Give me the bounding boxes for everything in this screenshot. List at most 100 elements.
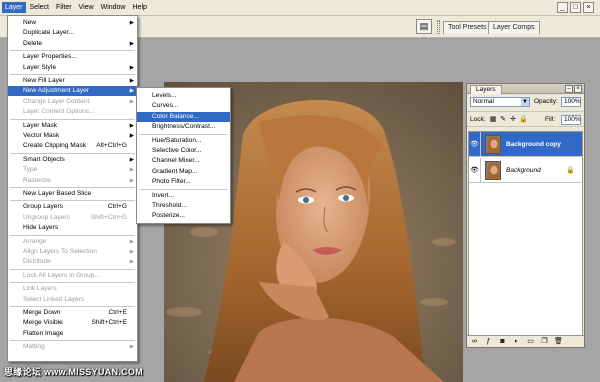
menu-item-channel-mixer[interactable]: Channel Mixer... <box>137 156 230 166</box>
menu-item-threshold[interactable]: Threshold... <box>137 201 230 211</box>
menu-select[interactable]: Select <box>27 2 52 13</box>
menu-filter[interactable]: Filter <box>53 2 75 13</box>
fx-icon[interactable]: ƒ <box>484 337 493 347</box>
menu-item-group-layers[interactable]: Group Layers Ctrl+G <box>8 202 137 212</box>
menu-item-label: Curves... <box>152 102 179 110</box>
menu-item-label: New Adjustment Layer <box>23 87 89 95</box>
menu-item-selective-color[interactable]: Selective Color... <box>137 146 230 156</box>
menu-item-label: Flatten Image <box>23 329 64 337</box>
submenu-arrow-icon: ▶ <box>129 167 134 174</box>
layer-row-background[interactable]: 👁 Background 🔒 <box>469 157 582 183</box>
mask-icon[interactable]: ◙ <box>498 337 507 347</box>
menu-item-label: Hue/Saturation... <box>152 136 202 144</box>
blend-row: Normal ▼ Opacity: 100% <box>467 96 584 109</box>
palette-well-grip[interactable] <box>437 20 440 34</box>
menu-item-duplicate-layer[interactable]: Duplicate Layer... <box>8 28 137 38</box>
layer-row-background-copy[interactable]: 👁 Background copy <box>469 131 582 157</box>
minimize-button[interactable]: _ <box>557 2 568 13</box>
menu-item-select-linked-layers: Select Linked Layers <box>8 295 137 305</box>
menu-item-align-layers-to-selection: Align Layers To Selection ▶ <box>8 247 137 257</box>
tab-tool-presets[interactable]: Tool Presets <box>443 21 492 34</box>
menu-item-vector-mask[interactable]: Vector Mask ▶ <box>8 131 137 141</box>
menu-item-layer-properties[interactable]: Layer Properties... <box>8 52 137 62</box>
menu-item-shortcut: Shift+Ctrl+E <box>91 319 127 327</box>
palette-well-icon[interactable]: ▤ <box>416 19 432 34</box>
menu-item-invert[interactable]: Invert... <box>137 191 230 201</box>
menu-item-type: Type ▶ <box>8 165 137 175</box>
panel-minimize-button[interactable]: – <box>565 85 573 93</box>
menu-item-posterize[interactable]: Posterize... <box>137 211 230 221</box>
menu-item-label: Select Linked Layers <box>23 295 85 303</box>
menu-item-label: Type <box>23 166 38 174</box>
fill-field[interactable]: 100% <box>561 115 581 125</box>
menu-item-hide-layers[interactable]: Hide Layers <box>8 223 137 233</box>
lock-label: Lock: <box>470 116 486 123</box>
trash-icon[interactable]: 🗑 <box>554 337 563 347</box>
lock-pixels-icon[interactable]: ✎ <box>499 115 507 124</box>
menu-item-label: Channel Mixer... <box>152 157 200 165</box>
menu-item-brightness-contrast[interactable]: Brightness/Contrast... <box>137 122 230 132</box>
adjustment-icon[interactable]: ◐ <box>512 337 521 347</box>
fill-label: Fill: <box>545 116 556 123</box>
menu-item-curves[interactable]: Curves... <box>137 101 230 111</box>
menu-item-label: New <box>23 19 37 26</box>
menu-item-label: Layer Mask <box>23 121 58 129</box>
menu-help[interactable]: Help <box>130 2 150 13</box>
menu-item-new-layer-based-slice[interactable]: New Layer Based Slice <box>8 189 137 199</box>
layer-menu: New ▶ Duplicate Layer... Delete ▶ Layer Prope… <box>7 15 138 362</box>
menu-window[interactable]: Window <box>98 2 129 13</box>
menu-item-levels[interactable]: Levels... <box>137 91 230 101</box>
restore-button[interactable]: □ <box>570 2 581 13</box>
menu-item-merge-down[interactable]: Merge Down Ctrl+E <box>8 308 137 318</box>
folder-icon[interactable]: ▭ <box>526 337 535 347</box>
menu-item-new-fill-layer[interactable]: New Fill Layer ▶ <box>8 76 137 86</box>
opacity-field[interactable]: 100% <box>561 97 581 107</box>
layers-panel-titlebar[interactable]: Layers – × <box>467 84 584 94</box>
menu-view[interactable]: View <box>76 2 97 13</box>
new-layer-icon[interactable]: ❐ <box>540 337 549 347</box>
menu-item-create-clipping-mask[interactable]: Create Clipping Mask Alt+Ctrl+G <box>8 141 137 151</box>
menu-item-gradient-map[interactable]: Gradient Map... <box>137 167 230 177</box>
lock-position-icon[interactable]: ✛ <box>509 115 517 124</box>
submenu-arrow-icon: ▶ <box>129 259 134 266</box>
menu-item-label: Distribute <box>23 258 51 266</box>
menu-separator <box>10 50 135 52</box>
link-icon[interactable]: ∞ <box>470 337 479 347</box>
menu-item-label: Delete <box>23 39 43 47</box>
lock-transparent-icon[interactable]: ▦ <box>489 115 497 124</box>
menu-item-color-balance[interactable]: Color Balance... <box>137 111 230 122</box>
menu-item-smart-objects[interactable]: Smart Objects ▶ <box>8 155 137 165</box>
menu-item-label: New Fill Layer <box>23 77 65 84</box>
menu-item-delete[interactable]: Delete ▶ <box>8 39 137 49</box>
blend-mode-select[interactable]: Normal ▼ <box>470 97 530 107</box>
eye-icon[interactable]: 👁 <box>469 157 481 183</box>
menu-item-label: Layer Properties... <box>23 53 77 61</box>
submenu-arrow-icon: ▶ <box>129 78 134 84</box>
eye-icon[interactable]: 👁 <box>469 131 481 157</box>
menu-separator <box>139 188 228 190</box>
submenu-arrow-icon: ▶ <box>129 64 134 71</box>
menu-item-photo-filter[interactable]: Photo Filter... <box>137 177 230 187</box>
submenu-arrow-icon: ▶ <box>129 88 134 95</box>
menu-item-layer-mask[interactable]: Layer Mask ▶ <box>8 121 137 131</box>
tab-layer-comps[interactable]: Layer Comps <box>488 21 540 34</box>
menu-item-hue-saturation[interactable]: Hue/Saturation... <box>137 136 230 146</box>
menu-item-label: Align Layers To Selection <box>23 248 97 255</box>
menu-item-label: Brightness/Contrast... <box>152 123 216 131</box>
lock-all-icon[interactable]: 🔒 <box>519 115 528 124</box>
menu-item-label: Hide Layers <box>23 224 59 232</box>
menu-item-label: Color Balance... <box>152 112 199 120</box>
new-adjustment-layer-submenu: Levels... Curves... Color Balance... Bright… <box>136 87 231 224</box>
menu-layer[interactable]: Layer <box>2 2 26 13</box>
submenu-arrow-icon: ▶ <box>129 238 134 245</box>
menu-item-flatten-image[interactable]: Flatten Image <box>8 329 137 339</box>
panel-close-button[interactable]: × <box>574 85 582 93</box>
menu-separator <box>10 118 135 120</box>
menu-item-new-adjustment-layer[interactable]: New Adjustment Layer ▶ <box>8 86 137 97</box>
menu-item-layer-style[interactable]: Layer Style ▶ <box>8 63 137 73</box>
tab-layers[interactable]: Layers <box>470 85 502 94</box>
close-button[interactable]: × <box>583 2 594 13</box>
menu-item-new[interactable]: New ▶ <box>8 18 137 28</box>
menu-item-label: Merge Visible <box>23 319 63 327</box>
menu-item-merge-visible[interactable]: Merge Visible Shift+Ctrl+E <box>8 318 137 328</box>
